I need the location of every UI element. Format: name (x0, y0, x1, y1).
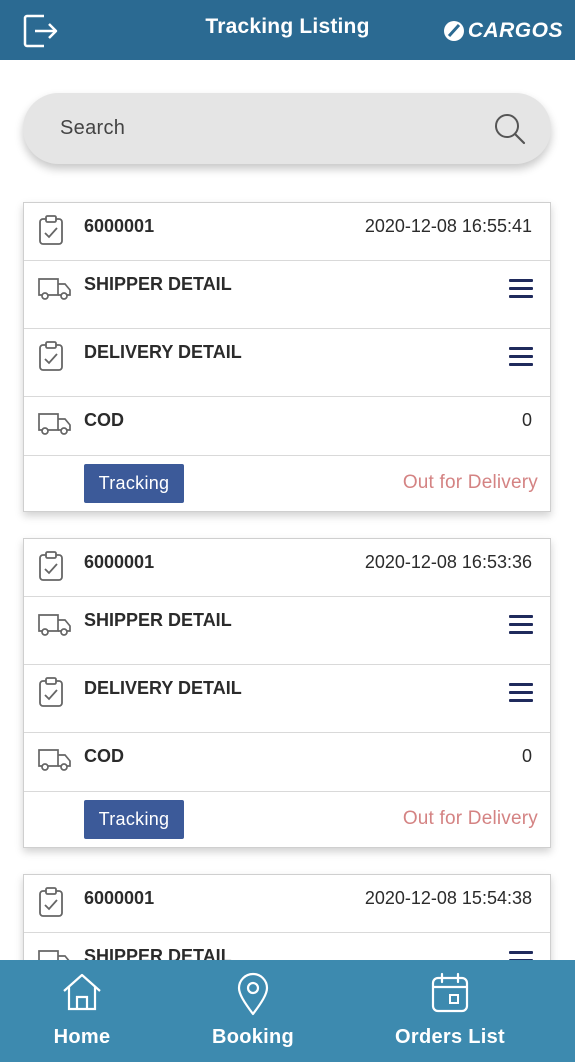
order-number: 6000001 (84, 552, 155, 572)
truck-icon (38, 614, 71, 636)
nav-home-label: Home (53, 1026, 111, 1048)
shipper-detail-label: SHIPPER DETAIL (84, 610, 232, 630)
brand-name: CARGOS (467, 19, 563, 42)
shipper-detail-row[interactable]: SHIPPER DETAIL (24, 933, 550, 960)
tracking-row: Tracking Out for Delivery (24, 456, 550, 511)
order-card: 6000001 2020-12-08 16:53:36 SHIPPER DETA… (23, 538, 551, 848)
status-label: Out for Delivery (402, 808, 538, 829)
order-header-row: 6000001 2020-12-08 15:54:38 (24, 875, 550, 933)
cod-value: 0 (521, 410, 532, 430)
delivery-detail-label: DELIVERY DETAIL (84, 678, 242, 698)
nav-orders-list-label: Orders List (395, 1026, 505, 1048)
order-header-row: 6000001 2020-12-08 16:53:36 (24, 539, 550, 597)
shipper-detail-label: SHIPPER DETAIL (84, 274, 232, 294)
shipper-detail-label: SHIPPER DETAIL (84, 946, 232, 960)
order-number: 6000001 (84, 216, 155, 236)
status-label: Out for Delivery (402, 472, 538, 493)
brand-logo: CARGOS (443, 16, 563, 46)
nav-orders-list[interactable]: Orders List (380, 960, 520, 1062)
clipboard-check-icon (39, 551, 63, 581)
menu-icon[interactable] (509, 683, 533, 702)
tracking-list[interactable]: Search 6000001 2020-12-08 16:55:41 SHIPP… (0, 60, 575, 960)
search-bar[interactable]: Search (23, 93, 551, 164)
cod-label: COD (84, 410, 124, 430)
clipboard-check-icon (39, 887, 63, 917)
tracking-button[interactable]: Tracking (84, 800, 184, 839)
bottom-nav: Home Booking Orders List (0, 960, 575, 1062)
clipboard-check-icon (39, 341, 63, 371)
delivery-detail-label: DELIVERY DETAIL (84, 342, 242, 362)
nav-booking[interactable]: Booking (193, 960, 313, 1062)
order-header-row: 6000001 2020-12-08 16:55:41 (24, 203, 550, 261)
tracking-button[interactable]: Tracking (84, 464, 184, 503)
cod-value: 0 (521, 746, 532, 766)
shipper-detail-row[interactable]: SHIPPER DETAIL (24, 261, 550, 329)
delivery-detail-row[interactable]: DELIVERY DETAIL (24, 329, 550, 397)
app-header: Tracking Listing CARGOS (0, 0, 575, 60)
truck-icon (38, 278, 71, 300)
clipboard-check-icon (39, 677, 63, 707)
nav-home[interactable]: Home (22, 960, 142, 1062)
search-icon[interactable] (493, 112, 527, 146)
truck-icon (38, 950, 70, 960)
order-number: 6000001 (84, 888, 155, 908)
cod-row: COD 0 (24, 733, 550, 792)
menu-icon[interactable] (509, 279, 533, 298)
delivery-detail-row[interactable]: DELIVERY DETAIL (24, 665, 550, 733)
truck-icon (38, 413, 71, 435)
truck-icon (38, 749, 71, 771)
menu-icon[interactable] (509, 615, 533, 634)
menu-icon[interactable] (509, 347, 533, 366)
order-datetime: 2020-12-08 16:53:36 (364, 552, 532, 572)
order-datetime: 2020-12-08 16:55:41 (364, 216, 532, 236)
home-icon (63, 973, 101, 1011)
search-input[interactable]: Search (60, 117, 125, 140)
shipper-detail-row[interactable]: SHIPPER DETAIL (24, 597, 550, 665)
tracking-row: Tracking Out for Delivery (24, 792, 550, 847)
order-datetime: 2020-12-08 15:54:38 (364, 888, 532, 908)
menu-icon[interactable] (509, 951, 533, 960)
order-card: 6000001 2020-12-08 15:54:38 SHIPPER DETA… (23, 874, 551, 960)
clipboard-check-icon (39, 215, 63, 245)
location-pin-icon (237, 972, 269, 1016)
cod-row: COD 0 (24, 397, 550, 456)
order-card: 6000001 2020-12-08 16:55:41 SHIPPER DETA… (23, 202, 551, 512)
calendar-icon (431, 972, 469, 1013)
brand-mark-icon (443, 21, 464, 41)
nav-booking-label: Booking (211, 1026, 295, 1048)
cod-label: COD (84, 746, 124, 766)
